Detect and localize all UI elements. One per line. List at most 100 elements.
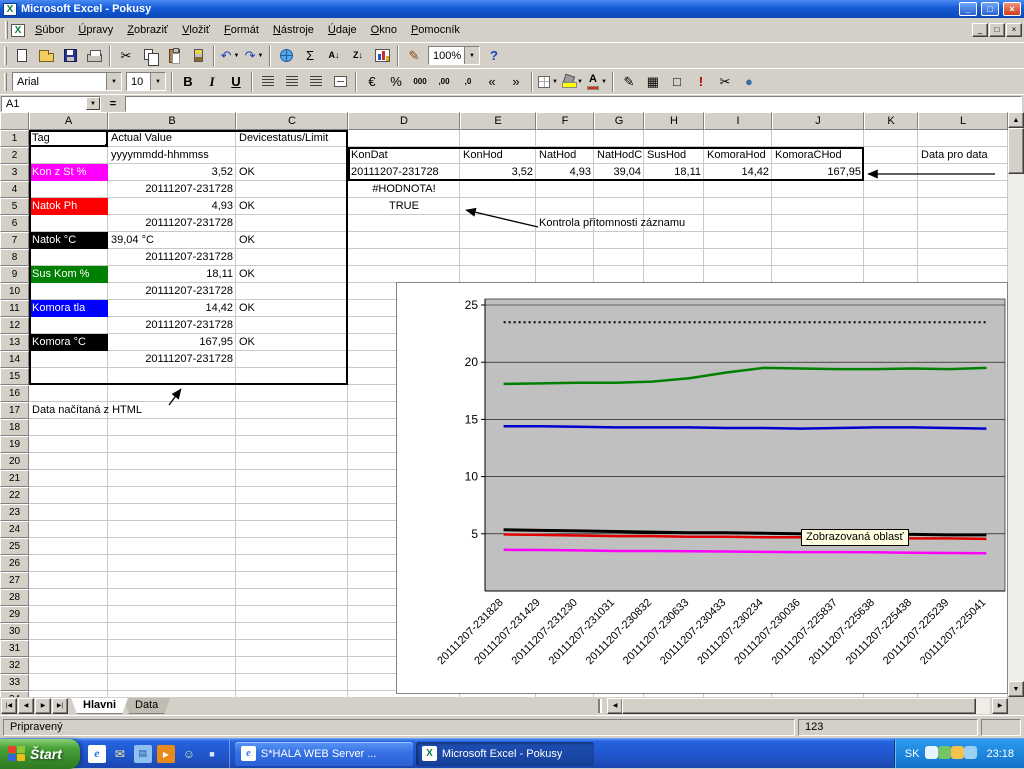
menu-view[interactable]: Zobraziť [120, 21, 175, 39]
previous-sheet-button[interactable]: ◀ [18, 698, 34, 714]
borders-button[interactable]: ▼ [537, 71, 559, 93]
cell-C1[interactable]: Devicestatus/Limit [236, 130, 348, 147]
format-painter-button[interactable] [187, 45, 209, 67]
font-color-button[interactable]: A▼ [586, 71, 608, 93]
cell-B6[interactable]: 20111207-231728 [108, 215, 236, 232]
row-header-6[interactable]: 6 [0, 215, 29, 232]
formatting-toolbar-grip[interactable] [4, 73, 7, 91]
taskbar-clock[interactable]: 23:18 [986, 748, 1014, 760]
scroll-up-button[interactable]: ▲ [1008, 112, 1024, 128]
vertical-scroll-thumb[interactable] [1008, 128, 1024, 174]
cell-C11[interactable]: OK [236, 300, 348, 317]
quick-launch-mail-icon[interactable]: ✉ [111, 745, 129, 763]
column-header-I[interactable]: I [704, 112, 772, 130]
save-button[interactable] [59, 45, 81, 67]
column-header-E[interactable]: E [460, 112, 536, 130]
row-header-13[interactable]: 13 [0, 334, 29, 351]
horizontal-scroll-thumb[interactable] [622, 698, 976, 714]
row-header-1[interactable]: 1 [0, 130, 29, 147]
fill-color-button[interactable]: ▼ [561, 71, 584, 93]
cell-F6[interactable]: Kontrola přítomnosti záznamu [536, 215, 688, 232]
increase-indent-button[interactable]: » [505, 71, 527, 93]
align-right-button[interactable] [305, 71, 327, 93]
cell-J3[interactable]: 167,95 [772, 164, 864, 181]
autosum-button[interactable]: Σ [299, 45, 321, 67]
cell-B13[interactable]: 167,95 [108, 334, 236, 351]
chart-wizard-button[interactable] [371, 45, 393, 67]
row-header-23[interactable]: 23 [0, 504, 29, 521]
select-all-corner[interactable] [0, 112, 29, 130]
row-header-18[interactable]: 18 [0, 419, 29, 436]
scroll-down-button[interactable]: ▼ [1008, 681, 1024, 697]
undo-button[interactable]: ↶▼ [219, 45, 241, 67]
tab-split-handle[interactable] [598, 699, 602, 713]
minimize-button[interactable]: _ [959, 2, 977, 16]
quick-launch-app-icon[interactable]: ■ [203, 745, 221, 763]
standard-toolbar-grip[interactable] [4, 47, 7, 65]
cell-A9[interactable]: Sus Kom % [29, 266, 108, 283]
cell-H3[interactable]: 18,11 [644, 164, 704, 181]
sort-ascending-button[interactable]: A↓ [323, 45, 345, 67]
workbook-restore-button[interactable]: □ [989, 23, 1005, 37]
redo-button[interactable]: ↷▼ [243, 45, 265, 67]
row-header-5[interactable]: 5 [0, 198, 29, 215]
zoom-combo-dropdown-icon[interactable]: ▼ [464, 47, 479, 64]
row-header-33[interactable]: 33 [0, 674, 29, 691]
cell-B2[interactable]: yyyymmdd-hhmmss [108, 147, 236, 164]
first-sheet-button[interactable]: |◀ [1, 698, 17, 714]
next-sheet-button[interactable]: ▶ [35, 698, 51, 714]
horizontal-scrollbar[interactable] [622, 698, 990, 714]
font-name-combo-dropdown-icon[interactable]: ▼ [106, 73, 121, 90]
column-header-D[interactable]: D [348, 112, 460, 130]
undo-dropdown-icon[interactable]: ▼ [233, 53, 239, 59]
row-header-29[interactable]: 29 [0, 606, 29, 623]
menu-tools[interactable]: Nástroje [266, 21, 321, 39]
row-header-22[interactable]: 22 [0, 487, 29, 504]
drawing-button[interactable]: ✎ [403, 45, 425, 67]
cell-B11[interactable]: 14,42 [108, 300, 236, 317]
cell-C3[interactable]: OK [236, 164, 348, 181]
cell-B1[interactable]: Actual Value [108, 130, 236, 147]
cell-D4[interactable]: #HODNOTA! [348, 181, 460, 198]
cell-H2[interactable]: SusHod [644, 147, 704, 164]
merge-center-button[interactable] [329, 71, 351, 93]
cell-B10[interactable]: 20111207-231728 [108, 283, 236, 300]
cell-A1[interactable]: Tag [29, 130, 108, 147]
last-sheet-button[interactable]: ▶| [52, 698, 68, 714]
row-header-25[interactable]: 25 [0, 538, 29, 555]
cell-A7[interactable]: Natok °C [29, 232, 108, 249]
grid-body[interactable]: TagActual ValueDevicestatus/Limityyyymmd… [29, 130, 1008, 697]
menu-format[interactable]: Formát [217, 21, 266, 39]
row-header-16[interactable]: 16 [0, 385, 29, 402]
borders-dropdown-icon[interactable]: ▼ [552, 79, 558, 85]
cell-F2[interactable]: NatHod [536, 147, 594, 164]
workbook-close-button[interactable]: × [1006, 23, 1022, 37]
sheet-tab-data[interactable]: Data [123, 698, 170, 714]
row-header-28[interactable]: 28 [0, 589, 29, 606]
cell-C7[interactable]: OK [236, 232, 348, 249]
cell-A3[interactable]: Kon z St % [29, 164, 108, 181]
currency-style-button[interactable]: € [361, 71, 383, 93]
row-header-7[interactable]: 7 [0, 232, 29, 249]
cell-B9[interactable]: 18,11 [108, 266, 236, 283]
custom-tool-5-button[interactable]: ✂ [714, 71, 736, 93]
redo-dropdown-icon[interactable]: ▼ [257, 53, 263, 59]
column-header-F[interactable]: F [536, 112, 594, 130]
taskbar-task-2[interactable]: XMicrosoft Excel - Pokusy [416, 742, 594, 766]
quick-launch-msgr-icon[interactable]: ☺ [180, 745, 198, 763]
vertical-scrollbar[interactable]: ▲ ▼ [1008, 112, 1024, 697]
menu-file[interactable]: Súbor [28, 21, 71, 39]
edit-formula-button[interactable]: = [104, 98, 122, 110]
workbook-icon[interactable]: X [11, 24, 25, 37]
custom-tool-2-button[interactable]: ▦ [642, 71, 664, 93]
tray-icon-4[interactable] [964, 746, 977, 759]
cell-I3[interactable]: 14,42 [704, 164, 772, 181]
cell-A17[interactable]: Data načítaná z HTML [29, 402, 145, 419]
restore-button[interactable]: □ [981, 2, 999, 16]
paste-button[interactable] [163, 45, 185, 67]
cell-I2[interactable]: KomoraHod [704, 147, 772, 164]
row-header-11[interactable]: 11 [0, 300, 29, 317]
custom-tool-3-button[interactable]: □ [666, 71, 688, 93]
cell-C9[interactable]: OK [236, 266, 348, 283]
row-header-12[interactable]: 12 [0, 317, 29, 334]
